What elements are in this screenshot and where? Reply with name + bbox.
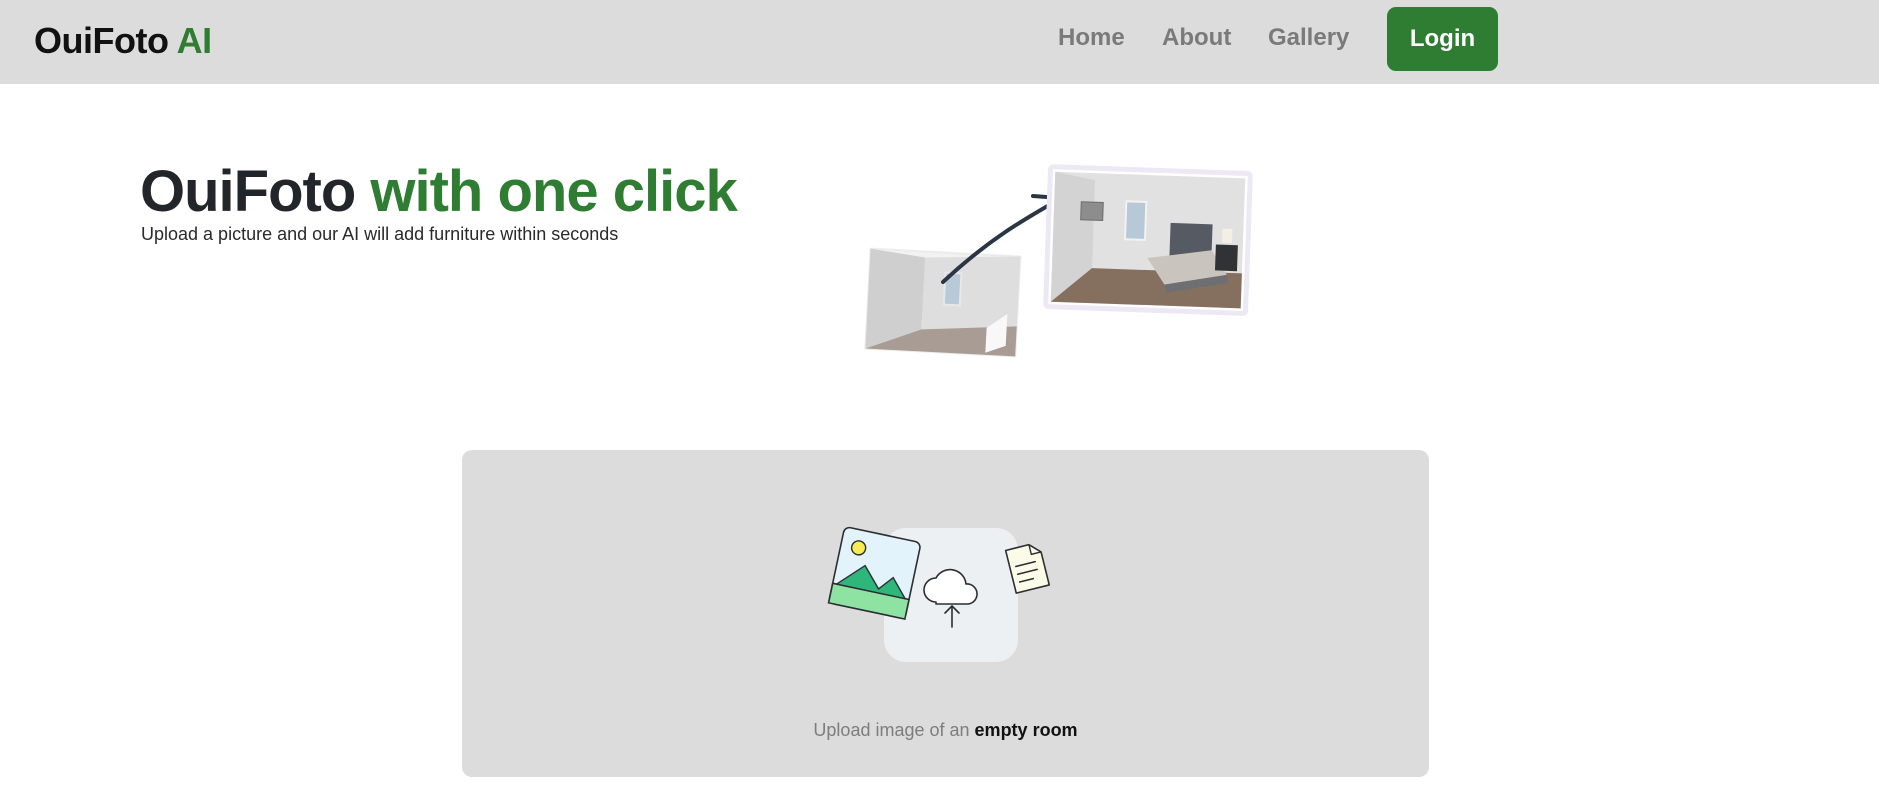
- login-button[interactable]: Login: [1387, 7, 1498, 71]
- upload-illustration: [824, 524, 1054, 674]
- brand-accent: AI: [176, 20, 213, 61]
- navbar: OuiFoto AI Home About Gallery Login: [0, 0, 1879, 84]
- upload-caption-emphasis: empty room: [974, 720, 1078, 740]
- upload-caption-prefix: Upload image of an: [813, 720, 970, 740]
- image-icon: [827, 526, 921, 620]
- brand-logo[interactable]: OuiFoto AI: [34, 20, 212, 62]
- upload-dropzone[interactable]: Upload image of an empty room: [462, 450, 1429, 777]
- hero-title-main: OuiFoto: [140, 159, 356, 224]
- hero-title: OuiFoto with one click: [140, 158, 738, 225]
- nav-link-about[interactable]: About: [1162, 24, 1231, 52]
- brand-name: OuiFoto: [34, 20, 169, 61]
- furnished-room-photo: [1043, 164, 1253, 316]
- nav-link-gallery[interactable]: Gallery: [1268, 24, 1349, 52]
- nav-link-home[interactable]: Home: [1058, 24, 1125, 52]
- empty-room-photo: [864, 247, 1022, 358]
- hero-subtitle: Upload a picture and our AI will add fur…: [141, 224, 619, 244]
- upload-caption: Upload image of an empty room: [462, 720, 1429, 741]
- hero-title-accent: with one click: [370, 159, 737, 224]
- before-after-room-illustration: [848, 160, 1268, 370]
